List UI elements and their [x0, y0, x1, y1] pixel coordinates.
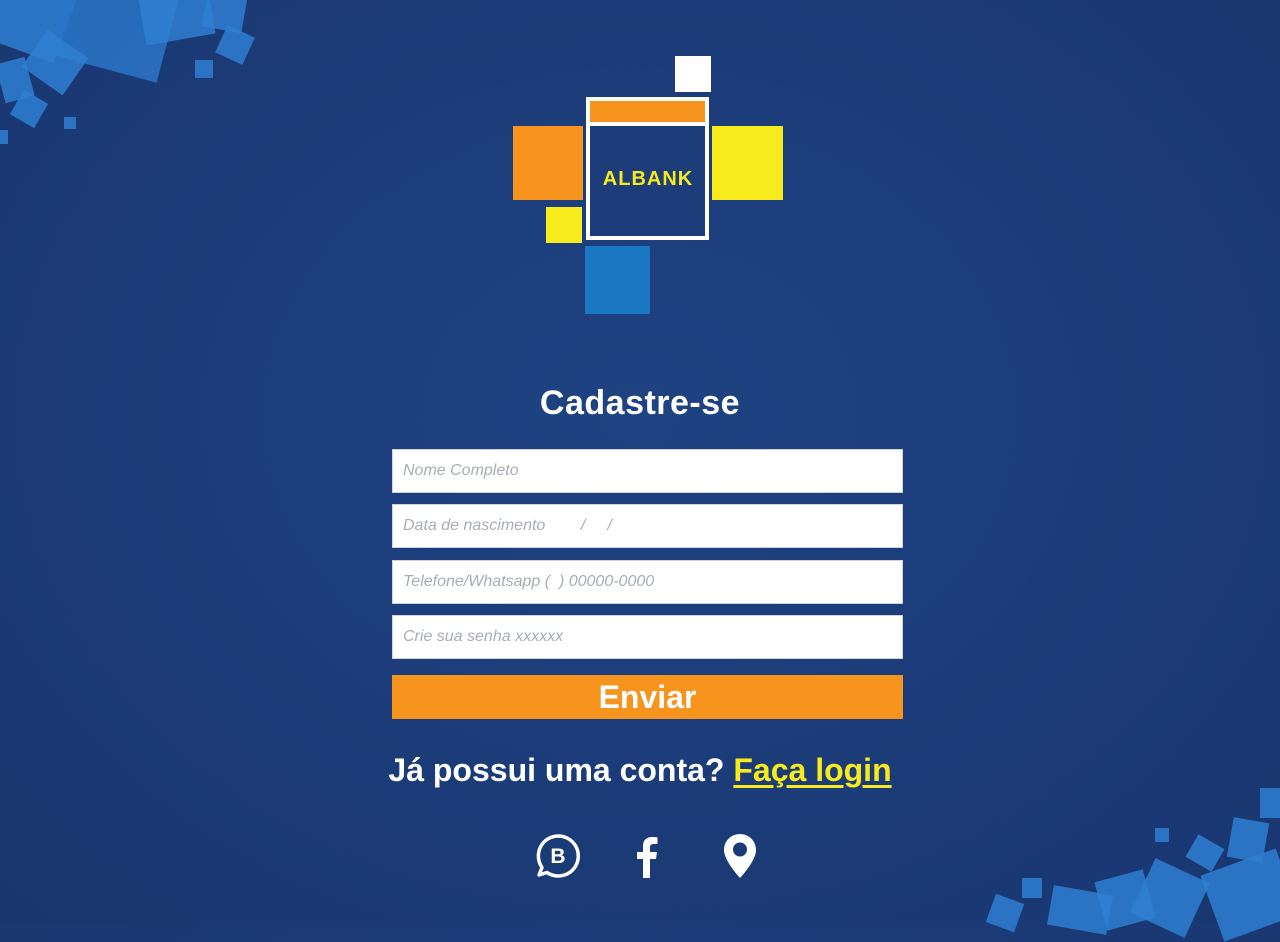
page-title: Cadastre-se	[539, 384, 741, 422]
login-prompt: Já possui uma conta? Faça login	[0, 752, 1280, 789]
albank-logo: ALBANK	[512, 56, 784, 316]
phone-field[interactable]	[392, 560, 903, 604]
submit-button[interactable]: Enviar	[392, 675, 903, 719]
facebook-icon[interactable]	[623, 832, 671, 880]
top-left-decoration	[0, 0, 300, 160]
logo-wordmark: ALBANK	[603, 168, 693, 190]
password-field[interactable]	[392, 615, 903, 659]
svg-text:B: B	[550, 845, 565, 868]
login-question: Já possui uma conta?	[388, 752, 725, 788]
bottom-right-decoration	[980, 780, 1280, 942]
login-link[interactable]: Faça login	[733, 752, 891, 788]
whatsapp-business-icon[interactable]: B	[534, 832, 582, 880]
full-name-field[interactable]	[392, 449, 903, 493]
location-pin-icon[interactable]	[716, 832, 764, 880]
birth-date-field[interactable]	[392, 504, 903, 548]
